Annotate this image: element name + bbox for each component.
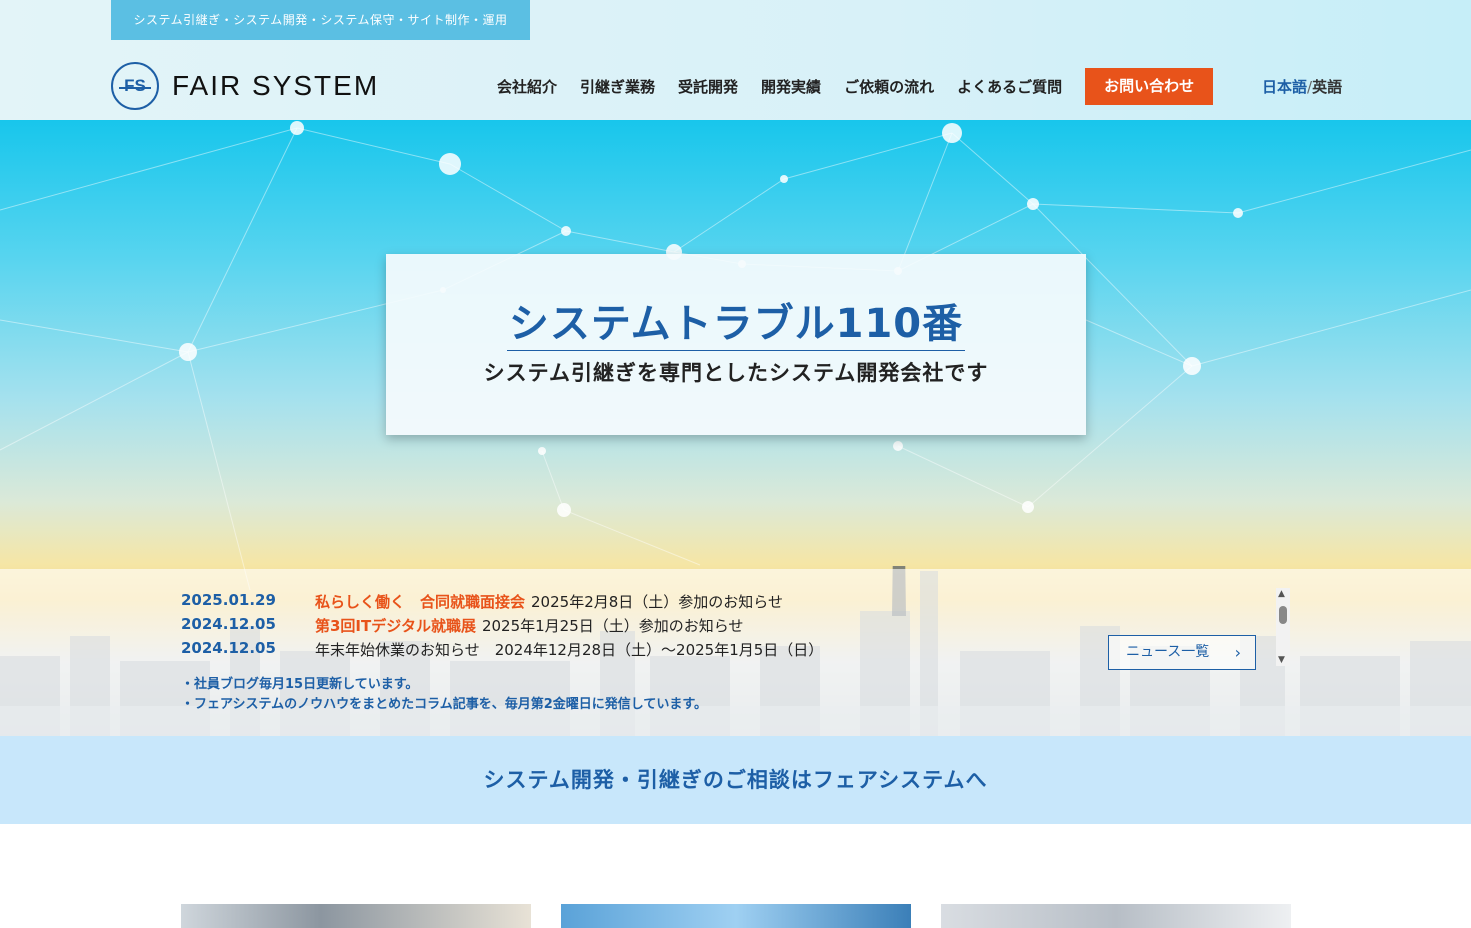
news-highlight[interactable]: 私らしく働く 合同就職面接会 [315, 591, 525, 612]
nav-flow[interactable]: ご依頼の流れ [844, 76, 934, 97]
hero-message-box: システムトラブル110番 システム引継ぎを専門としたシステム開発会社です [386, 254, 1086, 435]
news-item[interactable]: 2025.01.29 私らしく働く 合同就職面接会 2025年2月8日（土）参加… [181, 591, 783, 612]
site-header: システム引継ぎ・システム開発・システム保守・サイト制作・運用 FS FAIR S… [0, 0, 1471, 120]
note-blog[interactable]: ・社員ブログ毎月15日更新しています。 [181, 675, 707, 695]
news-scrollbar[interactable]: ▲ ▼ [1276, 588, 1290, 666]
nav-faq[interactable]: よくあるご質問 [957, 76, 1062, 97]
consultation-band: システム開発・引継ぎのご相談はフェアシステムへ [0, 736, 1471, 824]
service-card-image[interactable] [561, 904, 911, 928]
news-highlight[interactable]: 第3回ITデジタル就職展 [315, 615, 476, 636]
scroll-thumb[interactable] [1279, 606, 1287, 624]
scroll-up-icon[interactable]: ▲ [1278, 589, 1285, 599]
header-tagline: システム引継ぎ・システム開発・システム保守・サイト制作・運用 [111, 0, 530, 40]
service-card-image[interactable] [181, 904, 531, 928]
news-list-label: ニュース一覧 [1126, 644, 1210, 660]
hero-subtitle: システム引継ぎを専門としたシステム開発会社です [483, 361, 989, 385]
contact-button[interactable]: お問い合わせ [1085, 68, 1214, 105]
lang-japanese[interactable]: 日本語 [1262, 78, 1307, 96]
note-column[interactable]: ・フェアシステムのノウハウをまとめたコラム記事を、毎月第2金曜日に発信しています… [181, 695, 707, 715]
scroll-down-icon[interactable]: ▼ [1278, 655, 1285, 665]
chevron-right-icon: › [1234, 643, 1241, 662]
hero-section: システムトラブル110番 システム引継ぎを専門としたシステム開発会社です 202… [0, 120, 1471, 736]
nav-contract-dev[interactable]: 受託開発 [678, 76, 738, 97]
hero-title: システムトラブル110番 [506, 300, 966, 351]
lang-english[interactable]: 英語 [1312, 78, 1342, 96]
news-panel: 2025.01.29 私らしく働く 合同就職面接会 2025年2月8日（土）参加… [0, 569, 1471, 736]
logo-text: FAIR SYSTEM [172, 70, 380, 101]
service-card-image[interactable] [941, 904, 1291, 928]
news-text: 2025年2月8日（土）参加のお知らせ [531, 593, 783, 611]
news-notes: ・社員ブログ毎月15日更新しています。 ・フェアシステムのノウハウをまとめたコラ… [181, 675, 707, 715]
service-cards [0, 904, 1471, 928]
news-date: 2024.12.05 [181, 615, 276, 633]
news-item[interactable]: 2024.12.05 第3回ITデジタル就職展 2025年1月25日（土）参加の… [181, 615, 743, 636]
nav-works[interactable]: 開発実績 [761, 76, 821, 97]
news-date: 2025.01.29 [181, 591, 276, 609]
news-date: 2024.12.05 [181, 639, 276, 657]
language-switch: 日本語/英語 [1262, 76, 1342, 97]
news-text: 2025年1月25日（土）参加のお知らせ [481, 617, 744, 635]
news-list-button[interactable]: ニュース一覧 › [1108, 635, 1256, 670]
logo-mark: FS [111, 62, 159, 110]
news-item[interactable]: 2024.12.05 年末年始休業のお知らせ 2024年12月28日（土）～20… [181, 639, 823, 660]
main-nav: 会社紹介 引継ぎ業務 受託開発 開発実績 ご依頼の流れ よくあるご質問 お問い合… [497, 68, 1214, 105]
nav-company[interactable]: 会社紹介 [497, 76, 557, 97]
site-logo[interactable]: FS FAIR SYSTEM [111, 62, 379, 110]
nav-takeover[interactable]: 引継ぎ業務 [580, 76, 655, 97]
news-text[interactable]: 年末年始休業のお知らせ 2024年12月28日（土）～2025年1月5日（日） [315, 639, 823, 660]
